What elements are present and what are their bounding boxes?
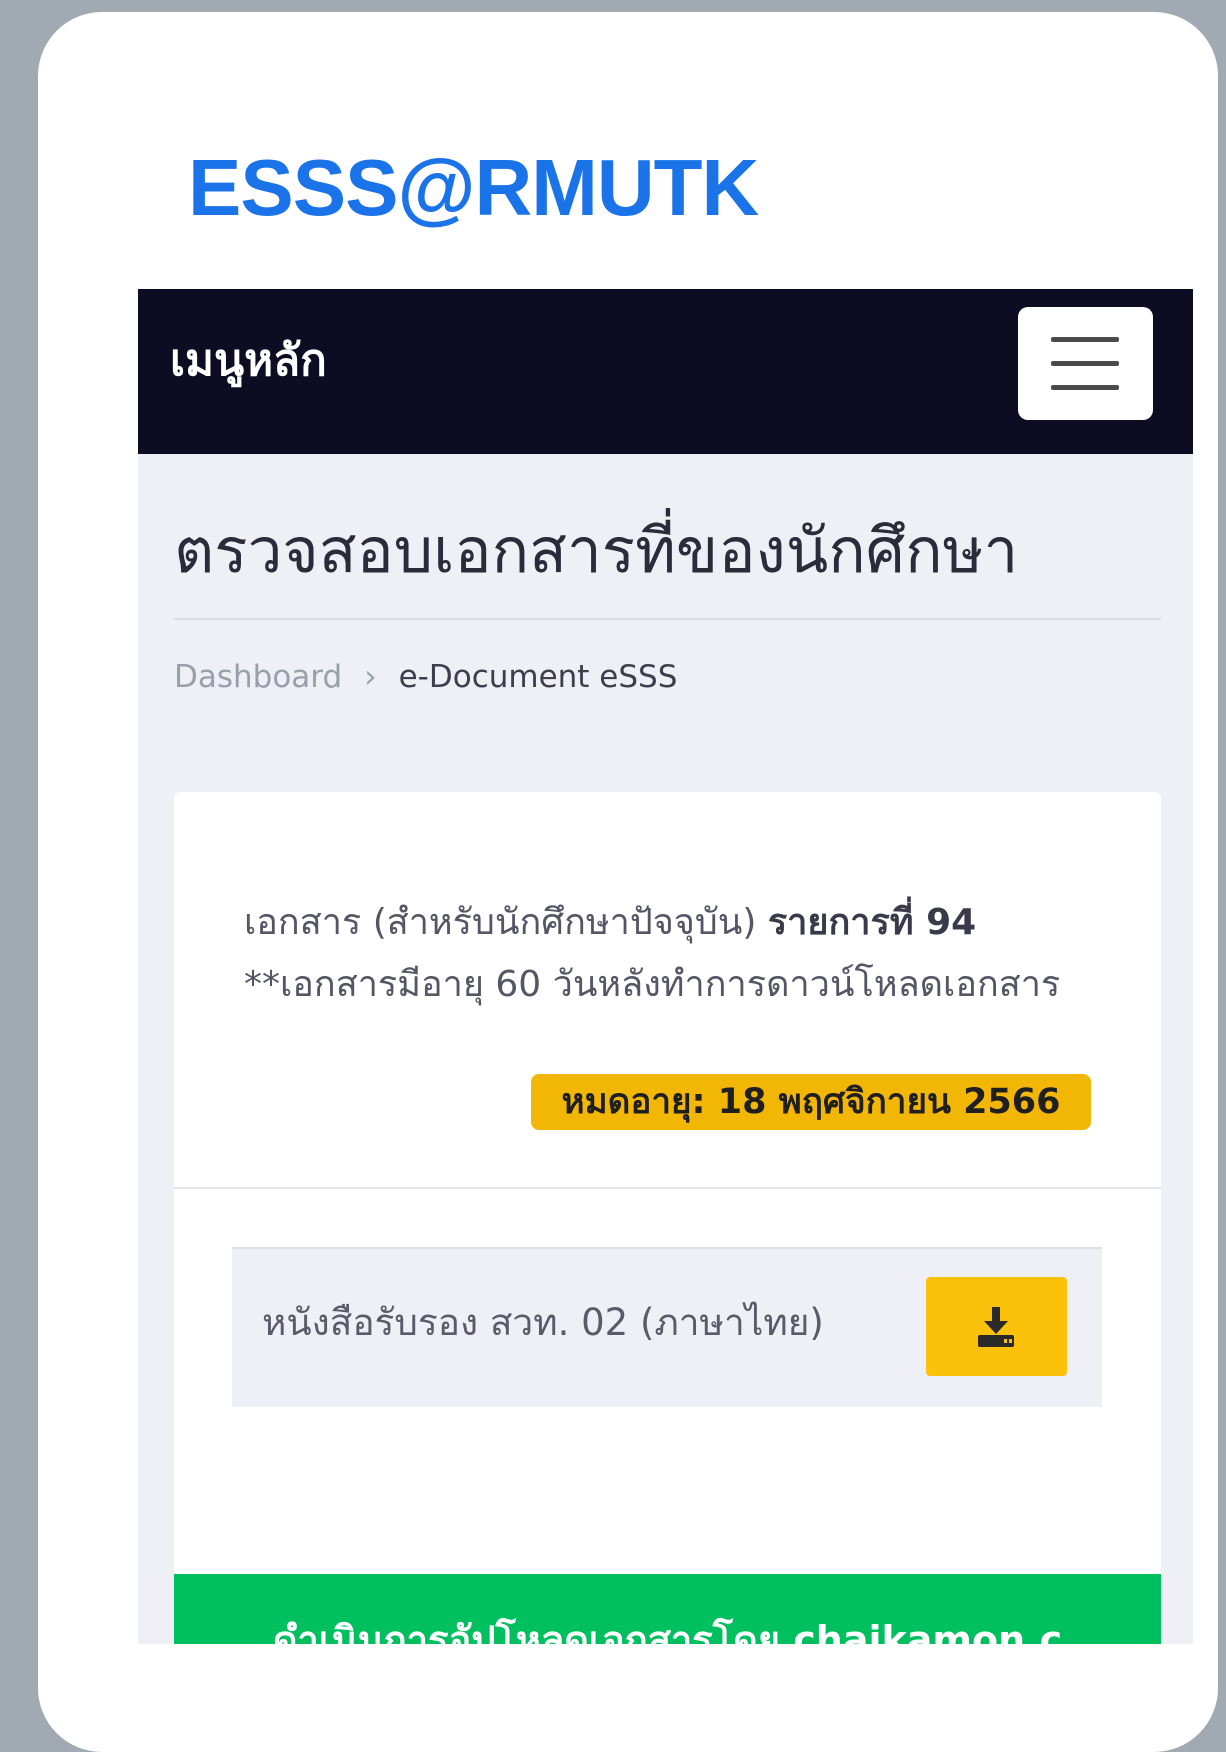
navbar-title[interactable]: เมนูหลัก [170, 335, 327, 388]
breadcrumb-separator-icon: › [364, 659, 377, 695]
phone-frame: ESSS@RMUTK เมนูหลัก ตรวจสอบเอกสารที่ของน… [38, 12, 1218, 1752]
breadcrumb-dashboard-link[interactable]: Dashboard [174, 659, 342, 695]
upload-status-bar: ดำเนินการอัปโหลดเอกสารโดย chaikamon.c [174, 1574, 1161, 1644]
document-card: เอกสาร (สำหรับนักศึกษาปัจจุบัน) รายการที… [174, 792, 1161, 1644]
brand-header: ESSS@RMUTK [138, 94, 1193, 289]
app-screen: ESSS@RMUTK เมนูหลัก ตรวจสอบเอกสารที่ของน… [138, 94, 1193, 1644]
document-expiry-note: **เอกสารมีอายุ 60 วันหลังทำการดาวน์โหลดเ… [244, 964, 1061, 1005]
document-heading-prefix: เอกสาร (สำหรับนักศึกษาปัจจุบัน) [244, 902, 757, 943]
page-title: ตรวจสอบเอกสารที่ของนักศึกษา [174, 514, 1019, 587]
document-info: เอกสาร (สำหรับนักศึกษาปัจจุบัน) รายการที… [244, 892, 1104, 1016]
document-item-number: รายการที่ 94 [767, 902, 977, 943]
hamburger-menu-icon [1051, 337, 1119, 342]
expiry-badge: หมดอายุ: 18 พฤศจิกายน 2566 [531, 1074, 1091, 1130]
main-navbar: เมนูหลัก [138, 289, 1193, 454]
card-divider [174, 1187, 1161, 1189]
breadcrumb: Dashboard › e-Document eSSS [174, 659, 677, 696]
title-divider [174, 618, 1161, 620]
document-label: หนังสือรับรอง สวท. 02 (ภาษาไทย) [262, 1301, 824, 1344]
download-icon [978, 1307, 1014, 1347]
hamburger-menu-button[interactable] [1018, 307, 1153, 420]
document-row: หนังสือรับรอง สวท. 02 (ภาษาไทย) [232, 1247, 1102, 1407]
download-button[interactable] [926, 1277, 1067, 1376]
brand-logo[interactable]: ESSS@RMUTK [188, 148, 759, 228]
breadcrumb-current: e-Document eSSS [398, 659, 678, 695]
